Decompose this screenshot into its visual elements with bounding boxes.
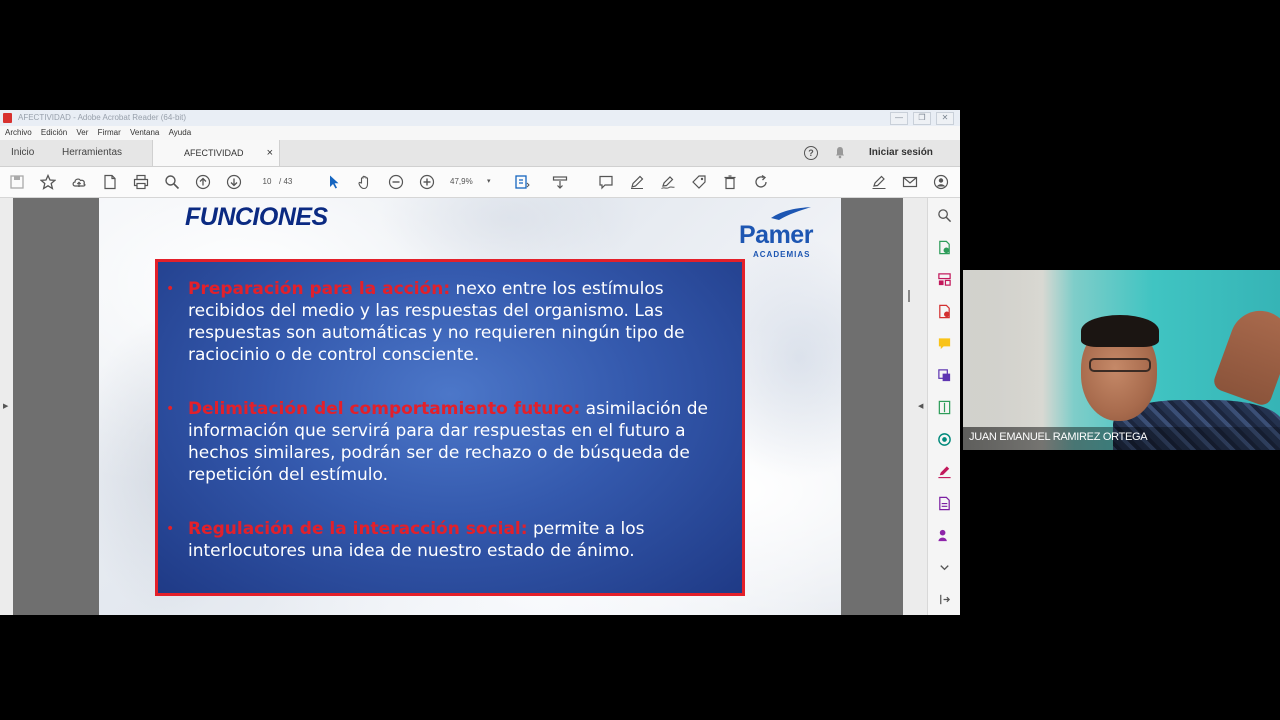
menu-firmar[interactable]: Firmar [98,126,121,140]
help-icon[interactable]: ? [804,146,818,160]
share-user-icon[interactable] [932,173,950,191]
bookmark-star-icon[interactable] [39,173,57,191]
cloud-upload-icon[interactable] [70,173,88,191]
participant-hair [1081,315,1159,347]
zoom-dropdown-icon[interactable]: ▾ [487,175,491,189]
scrollbar-thumb[interactable] [908,290,910,302]
functions-content-box: • Preparación para la acción: nexo entre… [155,259,745,596]
close-window-button[interactable]: ✕ [936,112,954,125]
pamer-logo: Pamer ACADEMIAS [731,206,831,259]
highlight-pen-icon[interactable] [628,173,646,191]
page-total: / 43 [279,177,293,186]
slide-title: FUNCIONES [185,203,328,231]
left-panel-toggle[interactable]: ▶ [0,198,14,615]
bullet-marker: • [166,521,175,537]
protect-icon[interactable] [936,431,952,447]
tab-document-label: AFECTIVIDAD [184,148,244,158]
bullet-item: • Delimitación del comportamiento futuro… [166,398,728,486]
participant-glasses [1089,358,1151,372]
bullet-item: • Preparación para la acción: nexo entre… [166,278,728,366]
menu-ver[interactable]: Ver [76,126,88,140]
bullet-marker: • [166,401,175,417]
logo-brand: Pamer [739,221,813,249]
participant-arm [1211,302,1280,408]
save-icon[interactable] [8,173,26,191]
combine-files-icon[interactable] [936,367,952,383]
sign-pen-icon[interactable] [870,173,888,191]
acrobat-reader-window: AFECTIVIDAD - Adobe Acrobat Reader (64-b… [0,110,960,615]
acrobat-app-icon [3,113,12,123]
fill-sign-icon[interactable] [659,173,677,191]
bullet-heading: Delimitación del comportamiento futuro: [188,399,581,419]
logo-subtitle: ACADEMIAS [753,250,811,259]
create-pdf-icon[interactable] [101,173,119,191]
email-icon[interactable] [901,173,919,191]
bullet-heading: Regulación de la interacción social: [188,519,528,539]
tab-inicio[interactable]: Inicio [11,140,34,166]
stamp-tag-icon[interactable] [690,173,708,191]
participant-name: JUAN EMANUEL RAMIREZ ORTEGA [969,431,1148,443]
collapse-panel-icon[interactable] [936,591,952,607]
collapse-right-panel-icon[interactable]: ◀ [918,402,923,410]
document-canvas: FUNCIONES Pamer ACADEMIAS • Preparación … [13,198,903,615]
tab-bar: Inicio Herramientas AFECTIVIDAD × ? Inic… [0,140,960,167]
zoom-level-input[interactable]: 47,9% [450,175,484,189]
zoom-in-icon[interactable] [418,173,436,191]
maximize-button[interactable]: ❐ [913,112,931,125]
screen: AFECTIVIDAD - Adobe Acrobat Reader (64-b… [0,0,1280,720]
expand-left-panel-icon[interactable]: ▶ [3,402,8,410]
print-icon[interactable] [132,173,150,191]
comment-tool-icon[interactable] [936,335,952,351]
comment-icon[interactable] [597,173,615,191]
menu-ayuda[interactable]: Ayuda [169,126,192,140]
tools-side-panel [927,198,960,615]
edit-pdf-icon[interactable] [936,303,952,319]
bullet-marker: • [166,281,175,297]
send-for-review-icon[interactable] [936,527,952,543]
bell-icon[interactable] [835,146,845,159]
minimize-button[interactable]: — [890,112,908,125]
tab-document[interactable]: AFECTIVIDAD × [152,140,280,166]
fill-and-sign-icon[interactable] [936,463,952,479]
vertical-scrollbar[interactable]: ◀ [903,198,927,615]
menu-archivo[interactable]: Archivo [5,126,32,140]
document-viewport: ▶ FUNCIONES Pamer ACADEMIAS • Preparació… [0,198,960,615]
close-tab-icon[interactable]: × [267,140,273,166]
select-cursor-icon[interactable] [325,173,343,191]
scroll-mode-icon[interactable] [551,173,569,191]
delete-icon[interactable] [721,173,739,191]
toolbar: 10 / 43 47,9% ▾ [0,167,960,198]
rotate-icon[interactable] [752,173,770,191]
title-bar: AFECTIVIDAD - Adobe Acrobat Reader (64-b… [0,110,960,127]
export-pdf-icon[interactable] [936,239,952,255]
logo-swoosh-icon [771,207,811,220]
zoom-search-icon[interactable] [936,207,952,223]
fit-page-icon[interactable] [513,173,531,191]
compress-pdf-icon[interactable] [936,399,952,415]
menu-bar: Archivo Edición Ver Firmar Ventana Ayuda [0,126,960,140]
menu-edicion[interactable]: Edición [41,126,67,140]
search-icon[interactable] [163,173,181,191]
zoom-out-icon[interactable] [387,173,405,191]
pdf-slide-page: FUNCIONES Pamer ACADEMIAS • Preparación … [99,198,841,615]
organize-pages-icon[interactable] [936,271,952,287]
hand-tool-icon[interactable] [356,173,374,191]
next-page-icon[interactable] [225,173,243,191]
window-title: AFECTIVIDAD - Adobe Acrobat Reader (64-b… [18,113,187,122]
bullet-item: • Regulación de la interacción social: p… [166,518,728,562]
request-signature-icon[interactable] [936,495,952,511]
more-tools-chevron-icon[interactable] [936,559,952,575]
participant-video-tile[interactable]: JUAN EMANUEL RAMIREZ ORTEGA [963,270,1280,450]
signin-link[interactable]: Iniciar sesión [869,140,933,166]
bullet-heading: Preparación para la acción: [188,279,451,299]
tab-herramientas[interactable]: Herramientas [62,140,122,166]
previous-page-icon[interactable] [194,173,212,191]
page-number-input[interactable]: 10 [258,175,276,189]
menu-ventana[interactable]: Ventana [130,126,159,140]
